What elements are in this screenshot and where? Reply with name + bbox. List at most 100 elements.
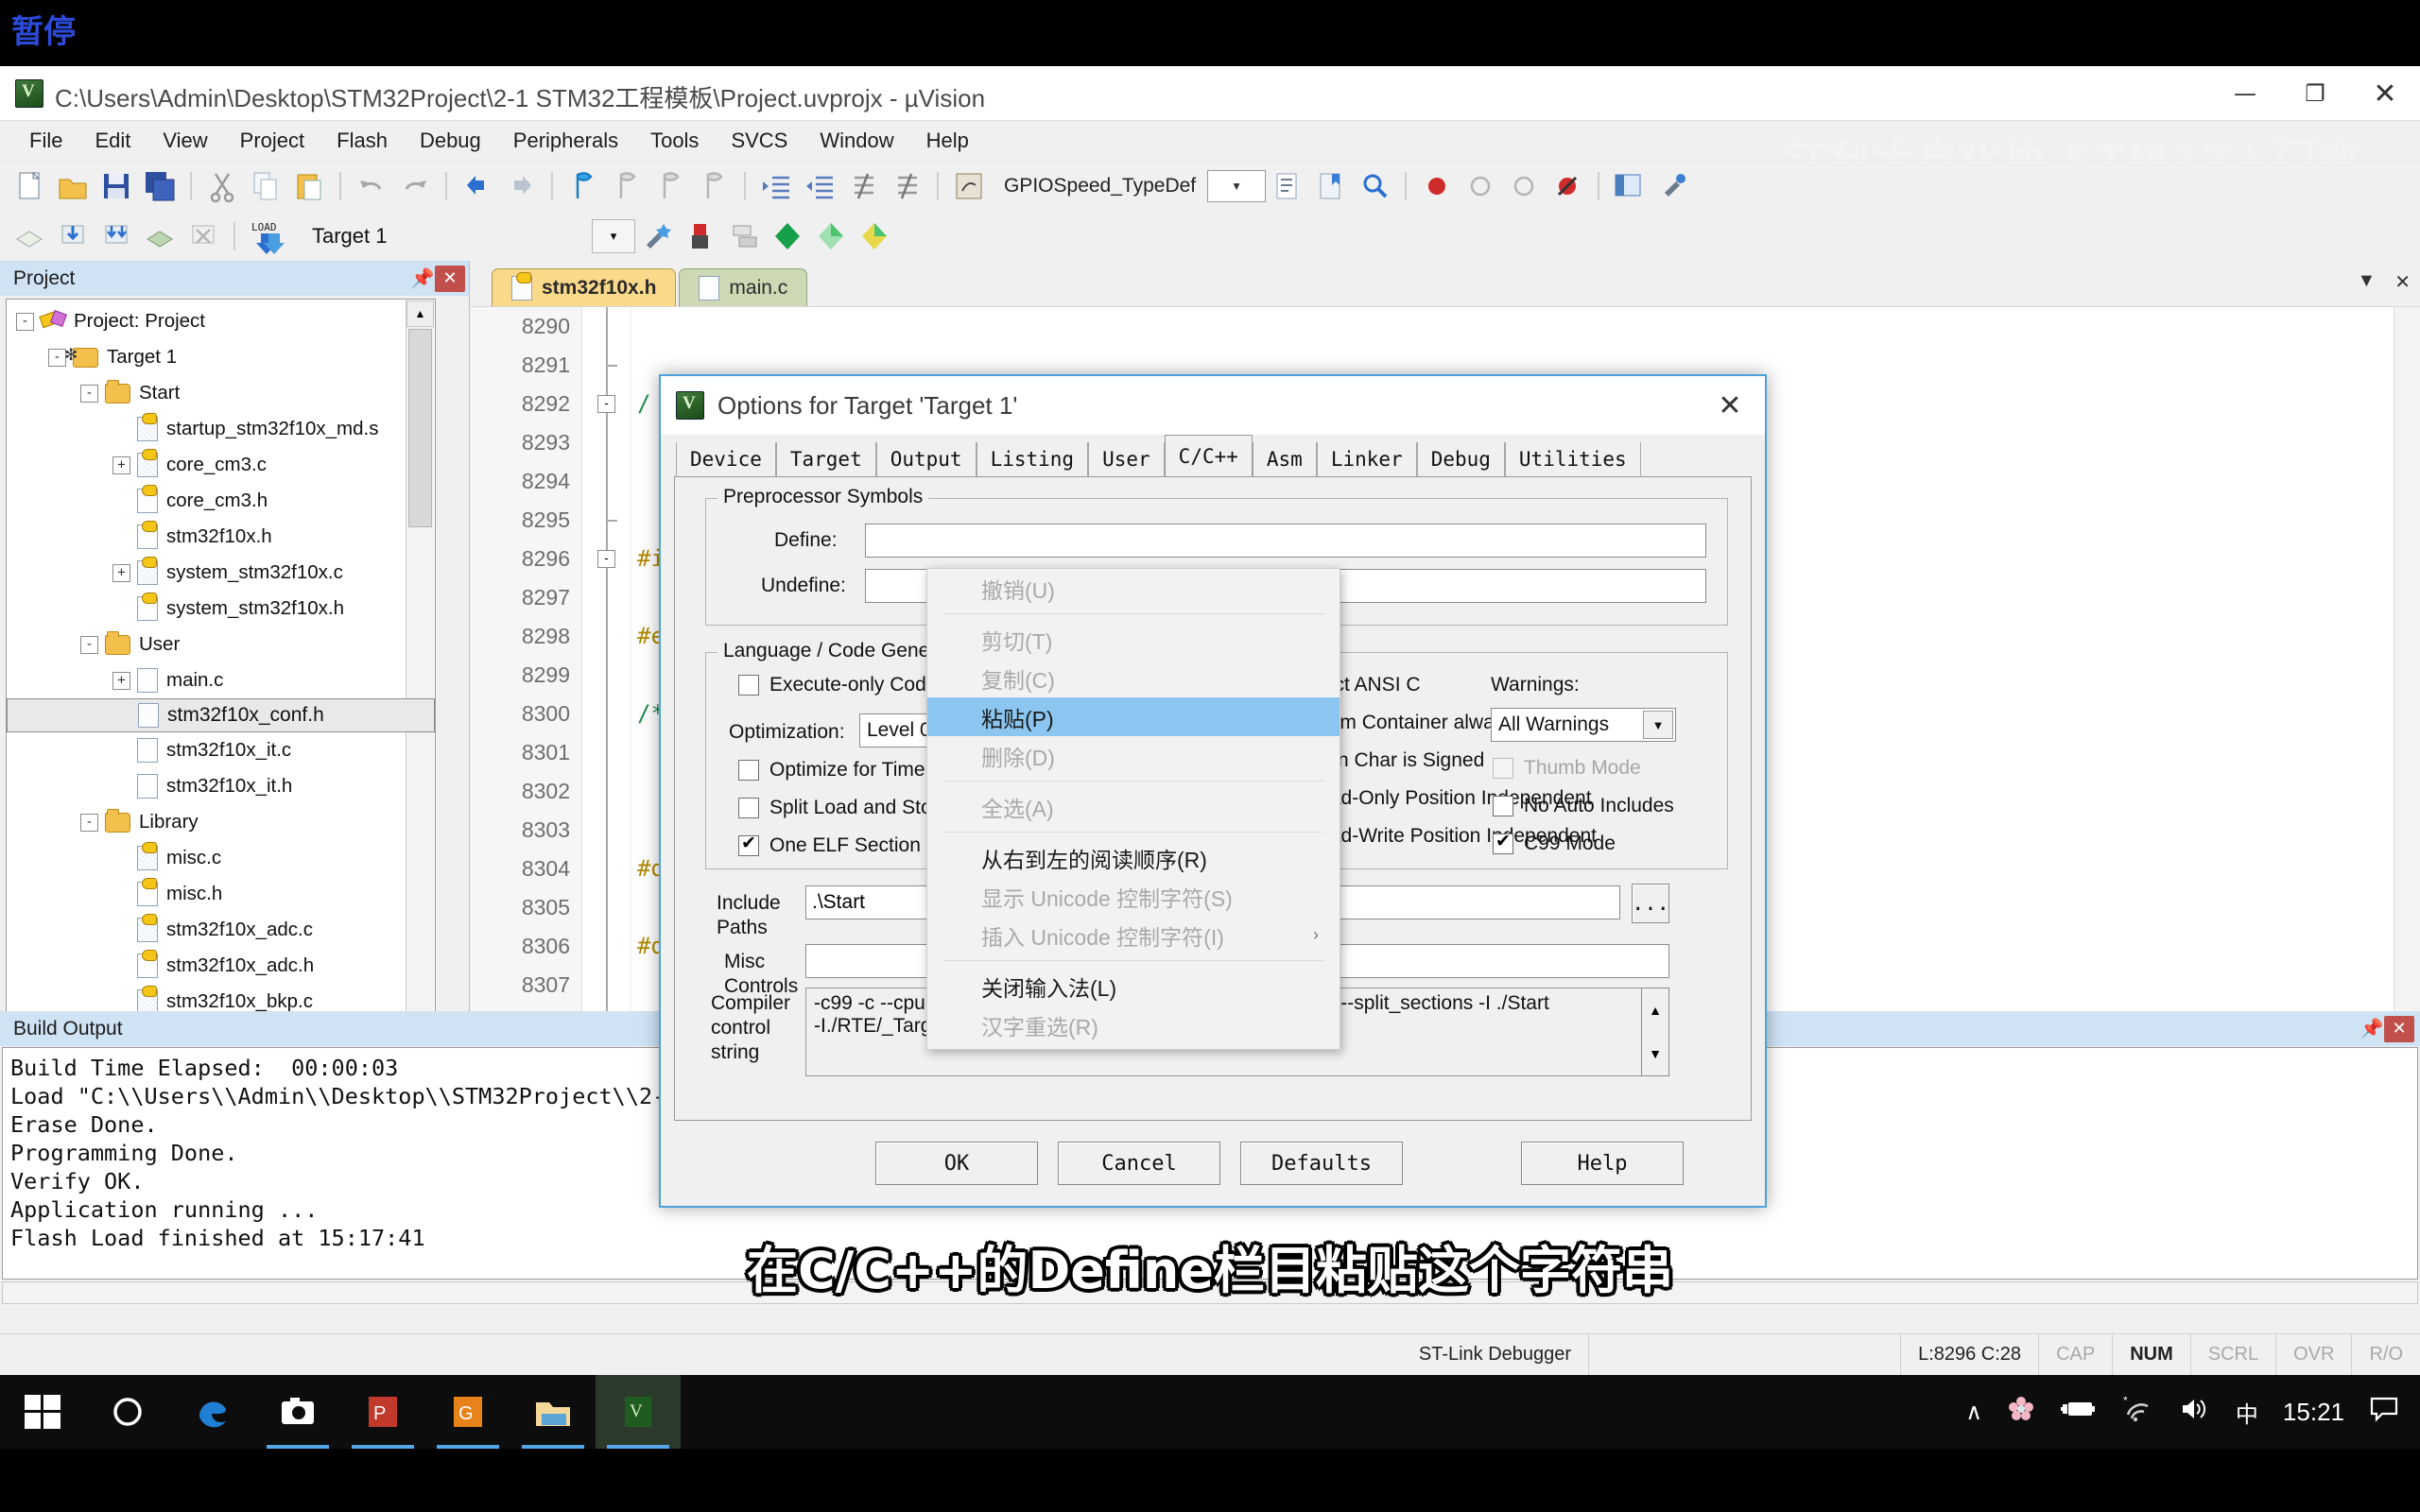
kill-breakpoint-icon[interactable] [1462, 168, 1498, 204]
select-software-packs-icon[interactable] [769, 218, 805, 254]
pack-green-light-icon[interactable] [813, 218, 849, 254]
paste-icon[interactable] [291, 168, 327, 204]
cortana-button[interactable] [85, 1375, 170, 1449]
indent-decrease-icon[interactable] [802, 168, 838, 204]
project-tree[interactable]: ▲ -Project: Project-Target 1-Startstartu… [6, 299, 436, 1092]
minimize-button[interactable]: — [2210, 66, 2280, 121]
undo-icon[interactable] [354, 168, 389, 204]
menu-edit[interactable]: Edit [78, 129, 147, 153]
edge-button[interactable] [170, 1375, 255, 1449]
stop-build-icon[interactable] [185, 218, 221, 254]
start-button[interactable] [0, 1375, 85, 1449]
browse-symbols-icon[interactable] [951, 168, 987, 204]
fold-marker[interactable]: - [582, 385, 631, 423]
dialog-tab-debug[interactable]: Debug [1417, 442, 1505, 476]
open-file-icon[interactable] [55, 168, 91, 204]
menu-file[interactable]: File [13, 129, 78, 153]
powerpoint-button[interactable]: P [340, 1375, 425, 1449]
tree-item[interactable]: system_stm32f10x.h [7, 591, 435, 627]
tree-item[interactable]: +main.c [7, 662, 435, 698]
close-icon[interactable]: ✕ [1695, 376, 1765, 435]
one-elf-section-checkbox[interactable] [738, 835, 759, 856]
insert-bookmark-icon[interactable] [1313, 168, 1349, 204]
collapse-icon[interactable]: - [80, 385, 98, 403]
gif-tool-button[interactable]: G [425, 1375, 510, 1449]
dialog-tab-target[interactable]: Target [776, 442, 876, 476]
uncomment-icon[interactable] [889, 168, 925, 204]
insert-breakpoint-icon[interactable] [1419, 168, 1455, 204]
window-layout-icon[interactable] [1612, 168, 1648, 204]
target-combo-dropdown[interactable]: ▾ [592, 219, 635, 253]
no-auto-includes-checkbox[interactable] [1493, 796, 1513, 816]
close-icon[interactable]: ✕ [2384, 1016, 2414, 1042]
function-browse-icon[interactable] [1270, 168, 1305, 204]
cancel-button[interactable]: Cancel [1058, 1142, 1220, 1185]
warnings-select[interactable]: All Warnings ▼ [1491, 708, 1676, 742]
scroll-down-icon[interactable]: ▼ [1642, 1032, 1668, 1075]
redo-icon[interactable] [397, 168, 433, 204]
tree-item[interactable]: +system_stm32f10x.c [7, 555, 435, 591]
menu-tools[interactable]: Tools [634, 129, 715, 153]
pack-installer-icon[interactable] [683, 218, 718, 254]
volume-icon[interactable] [2179, 1396, 2211, 1429]
manage-project-items-icon[interactable] [639, 218, 675, 254]
editor-tab-close-icon[interactable]: ✕ [2394, 270, 2411, 294]
tree-item[interactable]: -Library [7, 804, 435, 840]
optimize-for-time-checkbox[interactable] [738, 760, 759, 781]
navigate-forward-icon[interactable] [503, 168, 539, 204]
tree-item[interactable]: -Target 1 [7, 339, 435, 375]
collapse-icon[interactable]: - [16, 313, 34, 331]
copy-icon[interactable] [248, 168, 284, 204]
wifi-icon[interactable]: * [2122, 1396, 2154, 1429]
target-combo-value[interactable]: Target 1 [299, 219, 592, 253]
pin-icon[interactable]: 📌 [410, 266, 435, 290]
chevron-down-icon[interactable]: ▼ [1643, 711, 1673, 739]
tree-item[interactable]: stm32f10x_adc.h [7, 948, 435, 984]
tree-item[interactable]: startup_stm32f10x_md.s [7, 411, 435, 447]
ok-button[interactable]: OK [875, 1142, 1038, 1185]
execute-only-code-checkbox[interactable] [738, 675, 759, 696]
file-explorer-button[interactable] [510, 1375, 596, 1449]
optimize-for-time-row[interactable]: Optimize for Time [738, 759, 925, 782]
dialog-tab-c-c[interactable]: C/C++ [1165, 435, 1253, 476]
ime-mode-icon[interactable]: 中 [2236, 1396, 2258, 1429]
tree-item[interactable]: +core_cm3.c [7, 447, 435, 483]
download-icon[interactable]: LOAD [248, 218, 295, 254]
show-hidden-icons-icon[interactable]: ∧ [1965, 1399, 1982, 1426]
menu-help[interactable]: Help [910, 129, 985, 153]
pin-icon[interactable]: 📌 [2360, 1017, 2384, 1040]
bookmark-toggle-icon[interactable] [565, 168, 601, 204]
collapse-icon[interactable]: - [597, 550, 615, 568]
no-auto-includes-row[interactable]: No Auto Includes [1493, 795, 1674, 817]
bookmark-prev-icon[interactable] [609, 168, 645, 204]
menu-svcs[interactable]: SVCS [715, 129, 804, 153]
disable-breakpoint-icon[interactable] [1506, 168, 1542, 204]
tree-item[interactable]: -Project: Project [7, 303, 435, 339]
tree-item[interactable]: -Start [7, 375, 435, 411]
dialog-tab-asm[interactable]: Asm [1253, 442, 1317, 476]
ime-context-menu[interactable]: 撤销(U)剪切(T)复制(C)粘贴(P)删除(D)全选(A)从右到左的阅读顺序(… [926, 568, 1340, 1050]
keil-uvision-button[interactable]: V [596, 1375, 681, 1449]
menu-window[interactable]: Window [804, 129, 909, 153]
configure-icon[interactable] [1655, 168, 1691, 204]
menu-item-9[interactable]: 从右到左的阅读顺序(R) [927, 838, 1340, 877]
define-input[interactable] [865, 524, 1706, 558]
menu-project[interactable]: Project [224, 129, 320, 153]
save-icon[interactable] [98, 168, 134, 204]
collapse-icon[interactable]: - [80, 636, 98, 654]
find-icon[interactable] [1357, 168, 1392, 204]
snipping-tool-button[interactable] [255, 1375, 340, 1449]
collapse-icon[interactable]: - [80, 814, 98, 832]
new-file-icon[interactable] [11, 168, 47, 204]
editor-tab-menu-icon[interactable]: ▼ [2357, 270, 2376, 294]
expand-icon[interactable]: + [112, 564, 130, 582]
compiler-string-scroll[interactable]: ▲ ▼ [1641, 988, 1669, 1076]
editor-tab-stm32f10x-h[interactable]: stm32f10x.h [492, 268, 676, 306]
dialog-tab-user[interactable]: User [1088, 442, 1165, 476]
dialog-tab-linker[interactable]: Linker [1317, 442, 1417, 476]
tree-item[interactable]: misc.c [7, 840, 435, 876]
project-tree-vscrollbar[interactable]: ▲ [406, 301, 434, 1091]
rebuild-icon[interactable] [98, 218, 134, 254]
translate-icon[interactable] [11, 218, 47, 254]
scroll-thumb[interactable] [408, 329, 432, 527]
